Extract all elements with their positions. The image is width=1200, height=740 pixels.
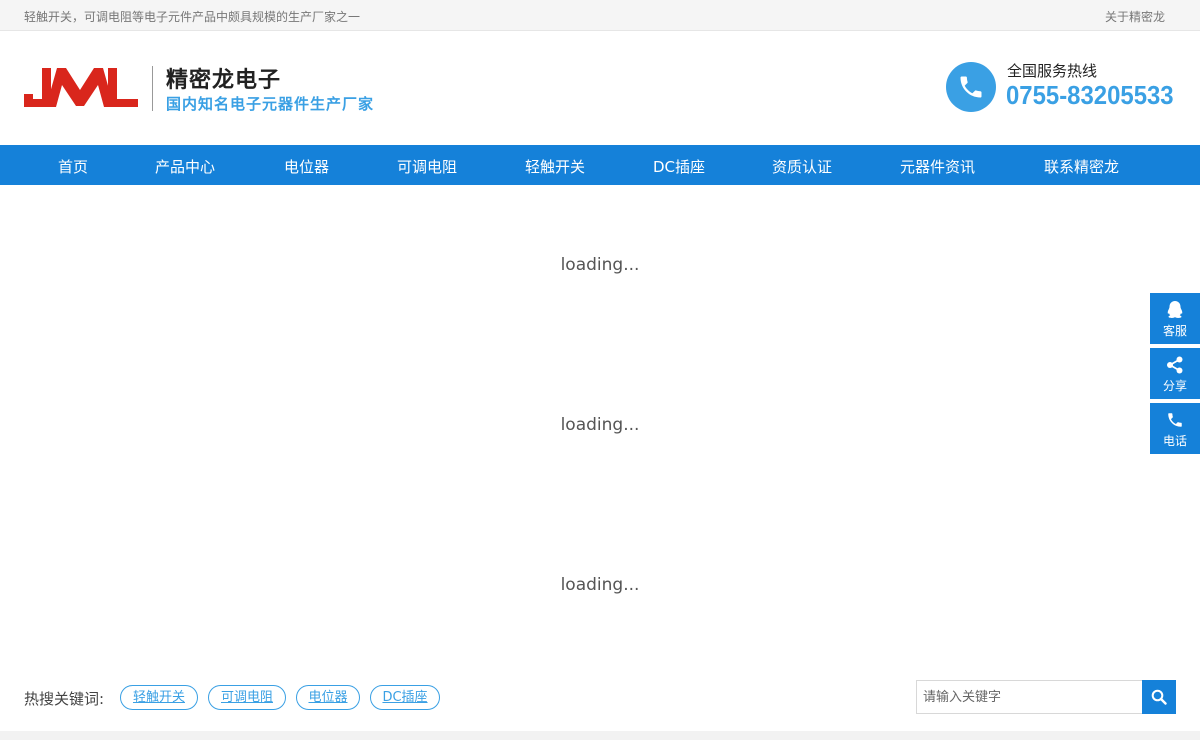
nav-item-tact-switch[interactable]: 轻触开关 <box>525 156 585 177</box>
hot-tag-dc-jack[interactable]: DC插座 <box>370 685 440 710</box>
loading-text: loading... <box>560 415 640 435</box>
phone-icon <box>1150 408 1200 432</box>
brand-name: 精密龙电子 <box>166 68 282 93</box>
footer-strip <box>0 731 1200 740</box>
site-slogan: 轻触开关，可调电阻等电子元件产品中颇具规模的生产厂家之一 <box>24 10 361 24</box>
hot-tag-tact-switch[interactable]: 轻触开关 <box>120 685 198 710</box>
floating-sidebar: 客服 分享 电话 <box>1150 293 1200 458</box>
top-bar: 轻触开关，可调电阻等电子元件产品中颇具规模的生产厂家之一 关于精密龙 <box>0 0 1200 31</box>
hot-tag-potentiometer[interactable]: 电位器 <box>296 685 360 710</box>
share-icon <box>1150 353 1200 377</box>
qq-icon <box>1150 298 1200 322</box>
hotline-label: 全国服务热线 <box>1007 62 1098 80</box>
search-input[interactable] <box>916 680 1143 714</box>
about-link[interactable]: 关于精密龙 <box>1105 8 1165 25</box>
hotline-number: 0755-83205533 <box>1006 80 1174 110</box>
search-icon <box>1151 689 1167 705</box>
logo-divider <box>152 66 153 111</box>
nav-item-news[interactable]: 元器件资讯 <box>900 156 975 177</box>
nav-item-contact[interactable]: 联系精密龙 <box>1044 156 1119 177</box>
nav-item-home[interactable]: 首页 <box>58 156 88 177</box>
hot-search-bar: 热搜关键词: 轻触开关 可调电阻 电位器 DC插座 <box>0 680 1200 715</box>
site-logo[interactable] <box>24 66 138 108</box>
customer-service-label: 客服 <box>1162 324 1187 338</box>
phone-label: 电话 <box>1162 434 1187 448</box>
nav-item-dc-jack[interactable]: DC插座 <box>653 156 705 177</box>
phone-button[interactable]: 电话 <box>1150 403 1200 454</box>
loading-text: loading... <box>560 575 640 595</box>
hot-tag-trimmer-resistor[interactable]: 可调电阻 <box>208 685 286 710</box>
nav-item-certification[interactable]: 资质认证 <box>772 156 832 177</box>
loading-text: loading... <box>560 255 640 275</box>
share-label: 分享 <box>1162 379 1187 393</box>
customer-service-button[interactable]: 客服 <box>1150 293 1200 344</box>
nav-item-products[interactable]: 产品中心 <box>155 156 215 177</box>
nav-item-potentiometer[interactable]: 电位器 <box>284 156 329 177</box>
share-button[interactable]: 分享 <box>1150 348 1200 399</box>
jml-logo-mark <box>24 68 138 107</box>
brand-tagline: 国内知名电子元器件生产厂家 <box>166 95 375 113</box>
main-nav: 首页 产品中心 电位器 可调电阻 轻触开关 DC插座 资质认证 元器件资讯 联系… <box>0 145 1200 185</box>
hot-keywords-label: 热搜关键词: <box>24 690 105 708</box>
search-button[interactable] <box>1142 680 1176 714</box>
nav-item-trimmer-resistor[interactable]: 可调电阻 <box>397 156 457 177</box>
phone-icon <box>946 62 996 112</box>
